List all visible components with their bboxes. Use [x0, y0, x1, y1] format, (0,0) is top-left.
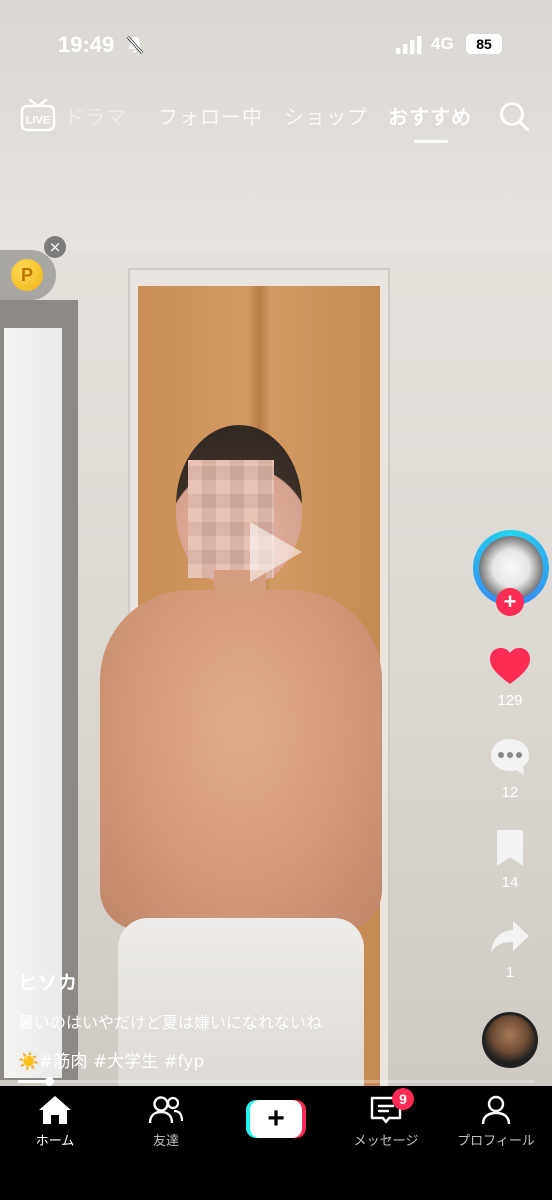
heart-icon	[490, 648, 530, 684]
video-progress-bar[interactable]	[18, 1077, 534, 1086]
hashtags[interactable]: ☀️#筋肉 #大学生 #fyp	[18, 1047, 458, 1072]
reward-widget[interactable]: P	[0, 250, 56, 300]
nav-profile-label: プロフィール	[457, 1134, 535, 1149]
status-bar: 19:49 4G 85	[0, 30, 552, 62]
like-count: 129	[497, 692, 523, 709]
battery-indicator: 85	[466, 34, 502, 54]
video-window	[4, 328, 62, 1078]
nav-home-label: ホーム	[35, 1134, 75, 1149]
comment-icon	[491, 739, 529, 775]
nav-profile[interactable]: プロフィール	[441, 1094, 551, 1149]
bottom-nav: ホーム 友達 + メッセージ 9 プロフィール	[0, 1086, 552, 1200]
network-type: 4G	[431, 34, 454, 53]
plus-icon: +	[250, 1100, 302, 1138]
sun-emoji: ☀️	[18, 1052, 40, 1072]
live-label: LIVE	[26, 115, 50, 127]
bookmark-icon	[497, 830, 523, 866]
bookmark-button[interactable]: 14	[470, 828, 550, 891]
nav-inbox[interactable]: メッセージ	[331, 1094, 441, 1149]
nav-friends[interactable]: 友達	[111, 1094, 221, 1149]
signal-icon	[396, 36, 422, 54]
tab-drama[interactable]: ドラマ	[64, 101, 127, 130]
like-button[interactable]: 129	[470, 646, 550, 709]
share-button[interactable]: 1	[470, 918, 550, 981]
nav-home[interactable]: ホーム	[0, 1094, 110, 1149]
search-icon[interactable]	[498, 100, 530, 132]
tab-shop[interactable]: ショップ	[284, 101, 368, 130]
video-description: 暑いのはいやだけど夏は嫌いになれないね	[18, 1013, 323, 1032]
video-caption: ヒソカ 暑いのはいやだけど夏は嫌いになれないね ☀️#筋肉 #大学生 #fyp	[18, 968, 458, 1072]
friends-icon	[148, 1096, 184, 1124]
close-icon[interactable]: ×	[44, 236, 66, 258]
status-time: 19:49	[58, 32, 115, 57]
hashtag-list[interactable]: #筋肉 #大学生 #fyp	[39, 1052, 204, 1072]
nav-friends-label: 友達	[152, 1134, 179, 1149]
live-icon[interactable]: LIVE	[20, 98, 56, 132]
home-icon	[39, 1096, 71, 1124]
creator-username[interactable]: ヒソカ	[18, 968, 458, 995]
coin-icon: P	[11, 259, 43, 291]
bookmark-count: 14	[501, 874, 519, 891]
video-person-torso	[100, 590, 382, 930]
create-button[interactable]: +	[246, 1100, 306, 1138]
progress-knob[interactable]	[45, 1077, 54, 1086]
tab-for-you[interactable]: おすすめ	[388, 101, 472, 130]
share-count: 1	[505, 964, 515, 981]
nav-inbox-label: メッセージ	[353, 1134, 419, 1149]
comment-count: 12	[501, 784, 519, 801]
follow-button[interactable]: +	[496, 588, 524, 616]
active-tab-indicator	[414, 140, 448, 143]
tab-following[interactable]: フォロー中	[158, 101, 263, 130]
music-disc-icon[interactable]	[482, 1012, 538, 1068]
top-nav: LIVE ドラマ フォロー中 ショップ おすすめ	[0, 92, 552, 146]
play-icon[interactable]	[250, 522, 302, 582]
share-icon	[491, 921, 529, 953]
bell-off-icon	[126, 35, 144, 55]
comment-button[interactable]: 12	[470, 736, 550, 801]
profile-icon	[481, 1095, 511, 1125]
inbox-badge: 9	[392, 1088, 414, 1110]
